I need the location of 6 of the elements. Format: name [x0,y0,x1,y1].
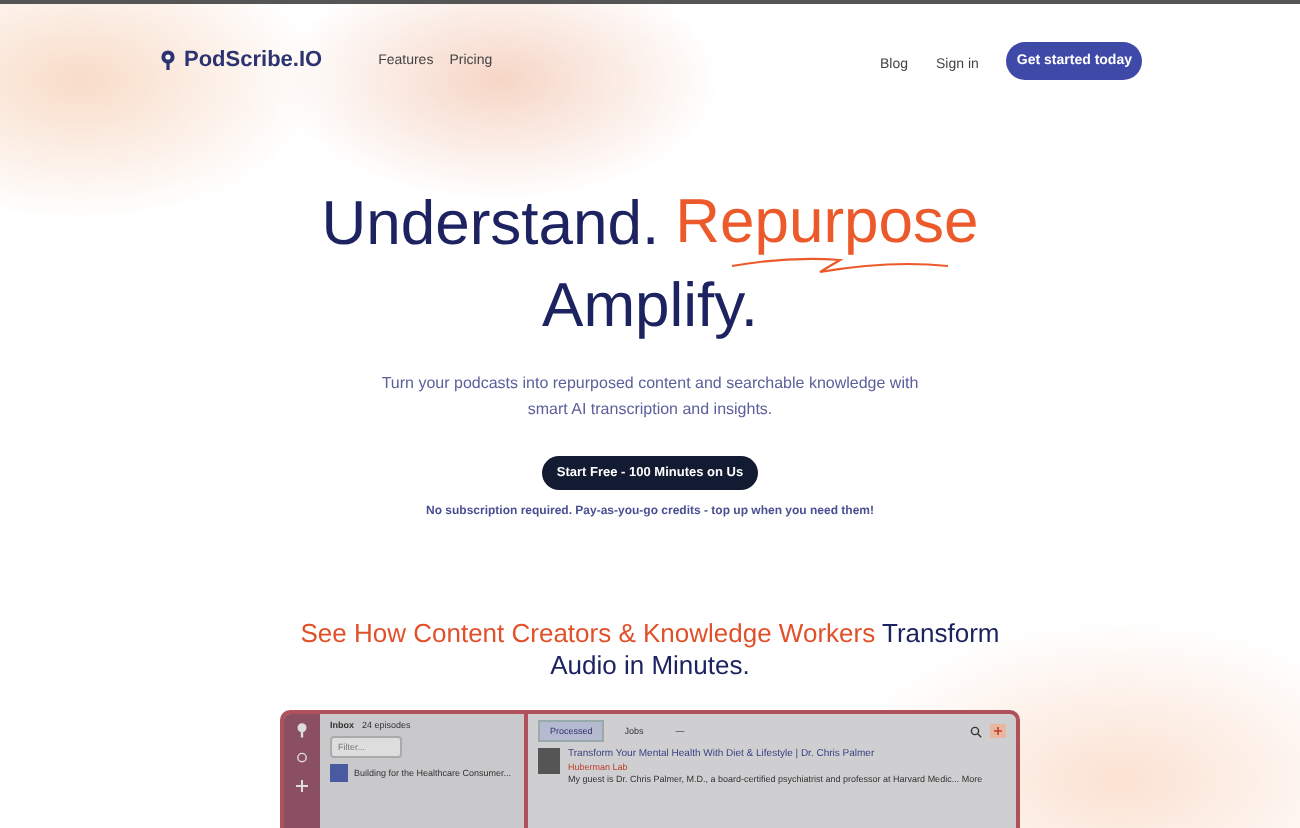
brand-name[interactable]: PodScribe.IO [184,48,323,72]
hero-subtitle: Turn your podcasts into repurposed content and searchable knowledge with smart AI transcription and insights. [380,372,920,422]
section-title: See How Content Creators & Knowledge Workers Transform Audio in Minutes. [298,618,1002,682]
headline-word: Amplify. [542,274,758,338]
headline-word: Understand. [321,192,660,256]
headline-accent-word: Repurpose [675,192,979,256]
